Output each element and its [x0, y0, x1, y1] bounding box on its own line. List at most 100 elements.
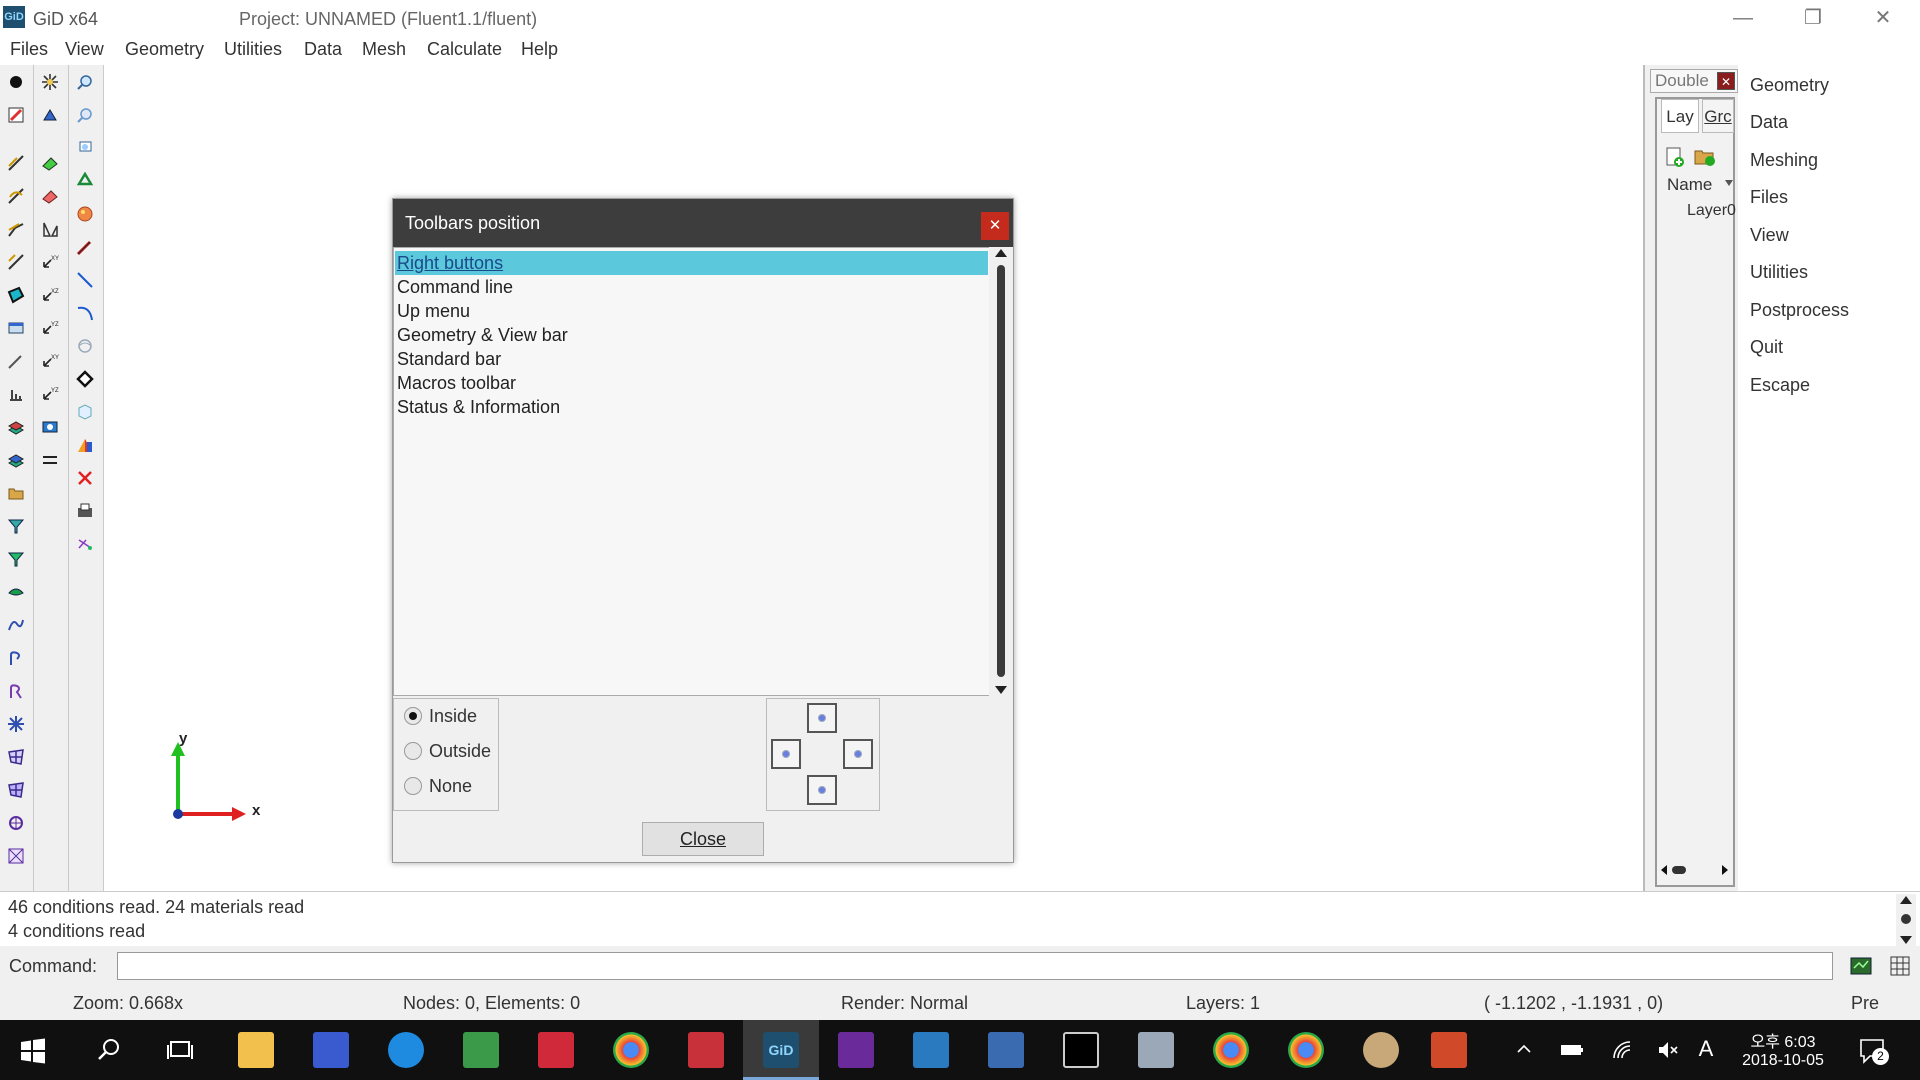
panel-close-icon[interactable]: ✕: [1717, 72, 1735, 90]
right-btn-meshing[interactable]: Meshing: [1750, 150, 1818, 171]
mesh-funnel2-icon[interactable]: [4, 547, 28, 571]
layers2-icon[interactable]: [4, 448, 28, 472]
move-icon[interactable]: [38, 103, 62, 127]
pen-icon[interactable]: [73, 235, 97, 259]
curve-icon[interactable]: [4, 613, 28, 637]
outlook-icon[interactable]: [913, 1032, 949, 1068]
position-left-button[interactable]: [771, 739, 801, 769]
box-icon[interactable]: [73, 400, 97, 424]
quad-mesh-icon[interactable]: [4, 745, 28, 769]
paint-icon[interactable]: [1363, 1032, 1399, 1068]
spline2-icon[interactable]: [4, 679, 28, 703]
list-item-status-information[interactable]: Status & Information: [395, 395, 988, 419]
right-btn-geometry[interactable]: Geometry: [1750, 75, 1829, 96]
right-btn-files[interactable]: Files: [1750, 187, 1788, 208]
explode-icon[interactable]: [38, 70, 62, 94]
pencil-icon[interactable]: [4, 103, 28, 127]
list-scroll-thumb[interactable]: [997, 265, 1005, 677]
dimension-icon[interactable]: [4, 349, 28, 373]
delete-icon[interactable]: [38, 184, 62, 208]
menu-mesh[interactable]: Mesh: [362, 39, 406, 60]
diamond-icon[interactable]: [73, 367, 97, 391]
grid-icon[interactable]: [1888, 954, 1912, 978]
arc-tool-icon[interactable]: [73, 301, 97, 325]
rotate-yz-icon[interactable]: YZ: [38, 316, 62, 340]
scroll-right-icon[interactable]: [1722, 865, 1728, 875]
rotate-xy-icon[interactable]: XY: [38, 250, 62, 274]
zoom-out-icon[interactable]: [73, 103, 97, 127]
ime-indicator[interactable]: A: [1696, 1036, 1716, 1062]
star-icon[interactable]: [4, 712, 28, 736]
right-btn-escape[interactable]: Escape: [1750, 375, 1810, 396]
toggle-app-icon[interactable]: [688, 1032, 724, 1068]
chrome-profile-icon[interactable]: [1288, 1032, 1324, 1068]
measure-icon[interactable]: [4, 382, 28, 406]
position-top-button[interactable]: [807, 703, 837, 733]
folder-icon[interactable]: [4, 481, 28, 505]
radio-none-dot[interactable]: [404, 777, 422, 795]
right-btn-view[interactable]: View: [1750, 225, 1789, 246]
scroll-left-icon[interactable]: [1661, 865, 1667, 875]
list-item-standard-bar[interactable]: Standard bar: [395, 347, 988, 371]
chrome-icon[interactable]: [613, 1032, 649, 1068]
task-view-icon[interactable]: [166, 1037, 194, 1063]
right-btn-postprocess[interactable]: Postprocess: [1750, 300, 1849, 321]
volume-mute-icon[interactable]: [1656, 1038, 1680, 1062]
powerpoint-icon[interactable]: [1431, 1032, 1467, 1068]
cancel-icon[interactable]: [73, 466, 97, 490]
wifi-icon[interactable]: [1610, 1038, 1634, 1062]
surface-icon[interactable]: [4, 283, 28, 307]
color-map-icon[interactable]: [73, 433, 97, 457]
spline-icon[interactable]: [4, 646, 28, 670]
circle-tool-icon[interactable]: [73, 334, 97, 358]
dialog-close-icon[interactable]: ✕: [981, 212, 1009, 240]
laptop-app-icon[interactable]: [988, 1032, 1024, 1068]
menu-utilities[interactable]: Utilities: [224, 39, 282, 60]
notepad-app-icon[interactable]: [463, 1032, 499, 1068]
recycle-icon[interactable]: [73, 169, 97, 193]
close-window-button[interactable]: ✕: [1860, 4, 1906, 32]
sync-app-icon[interactable]: [538, 1032, 574, 1068]
internet-explorer-icon[interactable]: [388, 1032, 424, 1068]
mesh-sphere-icon[interactable]: [4, 811, 28, 835]
list-item-macros-toolbar[interactable]: Macros toolbar: [395, 371, 988, 395]
quad-mesh2-icon[interactable]: [4, 778, 28, 802]
command-input[interactable]: [117, 952, 1833, 980]
message-scrollbar[interactable]: [1896, 894, 1916, 946]
new-folder-icon[interactable]: [1693, 145, 1717, 169]
mesh-view-icon[interactable]: [1849, 954, 1873, 978]
layer-row[interactable]: Layer0: [1687, 202, 1736, 220]
chevron-up-icon[interactable]: [1515, 1040, 1533, 1058]
menu-calculate[interactable]: Calculate: [427, 39, 502, 60]
dialog-close-button[interactable]: Close: [642, 822, 764, 856]
list-scrollbar[interactable]: [989, 247, 1013, 696]
monitor-app-icon[interactable]: [1138, 1032, 1174, 1068]
line-icon[interactable]: [4, 151, 28, 175]
zoom-in-icon[interactable]: [73, 70, 97, 94]
list-item-geometry-view-bar[interactable]: Geometry & View bar: [395, 323, 988, 347]
menu-files[interactable]: Files: [10, 39, 48, 60]
clock[interactable]: 오후 6:03 2018-10-05: [1733, 1028, 1833, 1076]
visual-studio-icon[interactable]: [838, 1032, 874, 1068]
rotate-yz2-icon[interactable]: YZ: [38, 382, 62, 406]
layers-icon[interactable]: [4, 415, 28, 439]
scroll-up-icon[interactable]: [1900, 896, 1912, 904]
link-icon[interactable]: [73, 532, 97, 556]
gid-taskbar-icon[interactable]: GiD: [763, 1032, 799, 1068]
scroll-down-icon[interactable]: [1900, 936, 1912, 944]
symmetry-icon[interactable]: [38, 217, 62, 241]
print-icon[interactable]: [73, 499, 97, 523]
menu-help[interactable]: Help: [521, 39, 558, 60]
radio-inside-dot[interactable]: [404, 707, 422, 725]
menu-geometry[interactable]: Geometry: [125, 39, 204, 60]
file-explorer-icon[interactable]: [238, 1032, 274, 1068]
right-btn-data[interactable]: Data: [1750, 112, 1788, 133]
right-btn-quit[interactable]: Quit: [1750, 337, 1783, 358]
render-sphere-icon[interactable]: [73, 202, 97, 226]
new-layer-icon[interactable]: [1663, 145, 1687, 169]
mesh-sphere2-icon[interactable]: [4, 844, 28, 868]
scroll-down-icon[interactable]: [995, 686, 1007, 694]
eraser-icon[interactable]: [38, 151, 62, 175]
layer-name-header[interactable]: Name: [1667, 175, 1712, 195]
horizontal-scroll-thumb[interactable]: [1672, 866, 1686, 874]
